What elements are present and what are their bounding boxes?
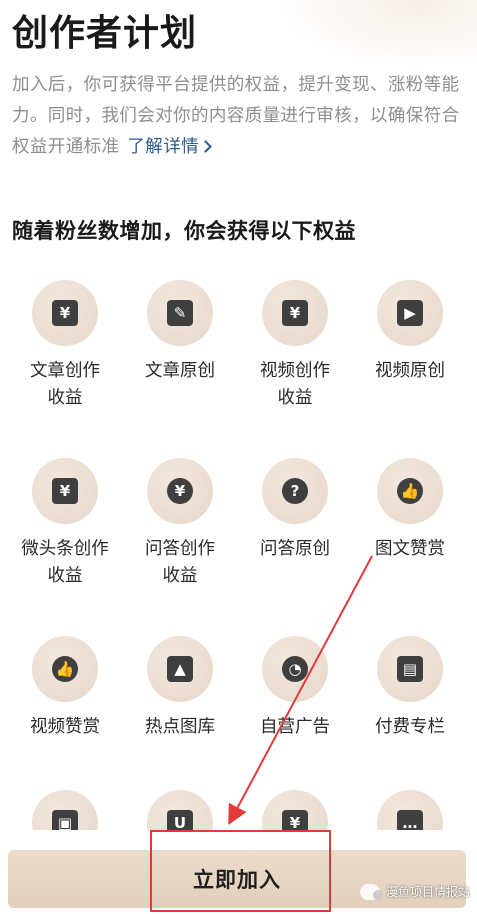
benefit-item[interactable]: ▲ 热点图库 bbox=[125, 636, 235, 741]
benefit-label: 视频原创 bbox=[375, 361, 445, 381]
benefit-icon-badge: ? bbox=[262, 458, 328, 524]
benefit-item[interactable]: ¥ 文章创作 收益 bbox=[10, 280, 120, 412]
benefit-icon-badge: ¥ bbox=[147, 458, 213, 524]
benefit-label: 视频创作 收益 bbox=[260, 361, 330, 408]
benefit-label: 图文赞赏 bbox=[375, 539, 445, 559]
benefit-label: 付费专栏 bbox=[375, 717, 445, 737]
description-text: 加入后，你可获得平台提供的权益，提升变现、涨粉等能力。同时，我们会对你的内容质量… bbox=[12, 75, 460, 157]
benefit-icon-badge: 👍 bbox=[32, 636, 98, 702]
benefit-label: 问答原创 bbox=[260, 539, 330, 559]
benefit-item[interactable]: ¥ 视频创作 收益 bbox=[240, 280, 350, 412]
tv-yuan-icon: ¥ bbox=[282, 300, 308, 326]
wechat-logo-icon bbox=[360, 883, 383, 900]
book-icon: ▤ bbox=[397, 656, 423, 682]
benefit-label: 文章原创 bbox=[145, 361, 215, 381]
video-camera-icon: ▶ bbox=[397, 300, 423, 326]
benefit-icon-badge: 👍 bbox=[377, 458, 443, 524]
benefit-label: 视频赞赏 bbox=[30, 717, 100, 737]
benefit-icon-badge: ▤ bbox=[377, 636, 443, 702]
benefit-item[interactable]: 👍 视频赞赏 bbox=[10, 636, 120, 741]
benefit-item[interactable]: ¥ 微头条创作 收益 bbox=[10, 458, 120, 590]
benefits-section-title: 随着粉丝数增加，你会获得以下权益 bbox=[12, 219, 356, 243]
page-title: 创作者计划 bbox=[12, 13, 198, 54]
learn-more-label[interactable]: 了解详情 bbox=[127, 137, 199, 157]
benefit-label: 微头条创作 收益 bbox=[21, 539, 109, 586]
benefit-label: 问答创作 收益 bbox=[145, 539, 215, 586]
benefit-icon-badge: ▶ bbox=[377, 280, 443, 346]
annotation-highlight-box bbox=[150, 830, 331, 912]
yuan-coin-icon: ¥ bbox=[167, 478, 193, 504]
benefit-icon-badge: ¥ bbox=[32, 458, 98, 524]
plan-description: 加入后，你可获得平台提供的权益，提升变现、涨粉等能力。同时，我们会对你的内容质量… bbox=[12, 70, 462, 163]
header-background bbox=[277, 0, 477, 70]
benefit-label: 文章创作 收益 bbox=[30, 361, 100, 408]
benefit-icon-badge: ¥ bbox=[262, 280, 328, 346]
watermark: 漫鱼项目情报站 bbox=[360, 883, 470, 900]
chevron-right-icon bbox=[199, 140, 212, 153]
benefit-icon-badge: ¥ bbox=[32, 280, 98, 346]
benefit-icon-badge: ▲ bbox=[147, 636, 213, 702]
benefit-icon-badge: ◔ bbox=[262, 636, 328, 702]
benefit-item[interactable]: ◔ 自营广告 bbox=[240, 636, 350, 741]
benefit-label: 热点图库 bbox=[145, 717, 215, 737]
benefit-item[interactable]: 👍 图文赞赏 bbox=[355, 458, 465, 563]
question-icon: ? bbox=[282, 478, 308, 504]
pen-icon: ✎ bbox=[167, 300, 193, 326]
learn-more-link[interactable]: 了解详情 bbox=[127, 137, 212, 157]
benefit-item[interactable]: ▤ 付费专栏 bbox=[355, 636, 465, 741]
benefit-icon-badge: ✎ bbox=[147, 280, 213, 346]
image-icon: ▲ bbox=[167, 656, 193, 682]
benefit-item[interactable]: ▶ 视频原创 bbox=[355, 280, 465, 385]
benefit-item[interactable]: ✎ 文章原创 bbox=[125, 280, 235, 385]
yuan-document-icon: ¥ bbox=[52, 300, 78, 326]
thumbs-up-icon: 👍 bbox=[52, 656, 78, 682]
thumbs-up-icon: 👍 bbox=[397, 478, 423, 504]
watermark-text: 漫鱼项目情报站 bbox=[386, 885, 471, 899]
benefit-item[interactable]: ¥ 问答创作 收益 bbox=[125, 458, 235, 590]
yuan-document-icon: ¥ bbox=[52, 478, 78, 504]
gauge-icon: ◔ bbox=[282, 656, 308, 682]
benefit-label: 自营广告 bbox=[260, 717, 330, 737]
benefit-item[interactable]: ? 问答原创 bbox=[240, 458, 350, 563]
